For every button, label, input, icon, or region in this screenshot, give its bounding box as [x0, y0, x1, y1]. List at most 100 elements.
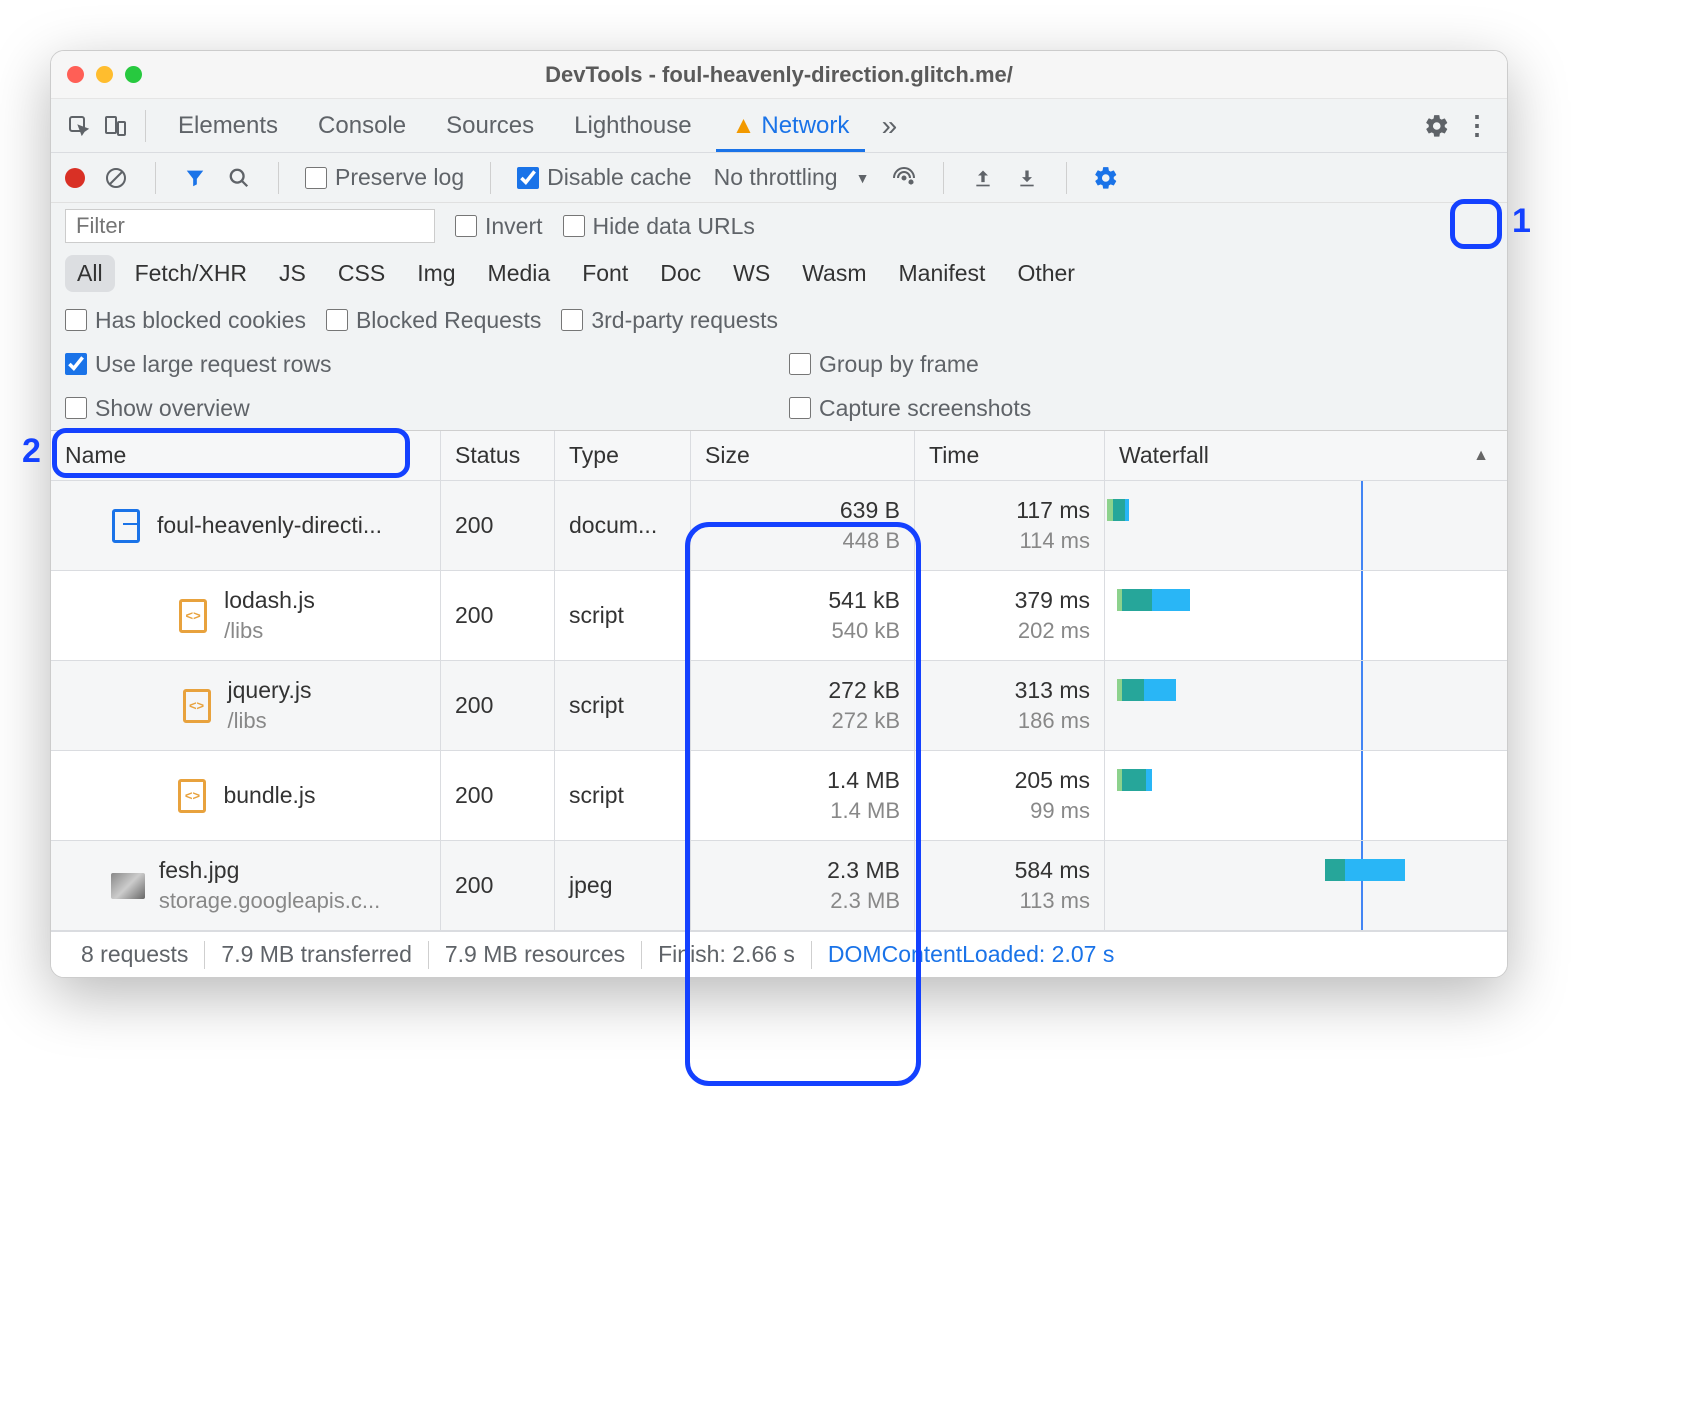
filter-type-media[interactable]: Media: [476, 255, 563, 292]
throttling-select[interactable]: No throttling ▼: [710, 164, 874, 191]
tab-lighthouse[interactable]: Lighthouse: [558, 99, 707, 152]
cell-waterfall: [1105, 751, 1507, 840]
clear-icon[interactable]: [103, 165, 129, 191]
window-close-button[interactable]: [67, 66, 84, 83]
titlebar: DevTools - foul-heavenly-direction.glitc…: [51, 51, 1507, 99]
blocked-cookies-checkbox[interactable]: Has blocked cookies: [65, 307, 306, 334]
window-minimize-button[interactable]: [96, 66, 113, 83]
upload-har-icon[interactable]: [970, 165, 996, 191]
inspect-icon[interactable]: [65, 112, 93, 140]
show-overview-checkbox[interactable]: Show overview: [65, 395, 250, 422]
invert-label: Invert: [485, 213, 543, 240]
network-conditions-icon[interactable]: [891, 165, 917, 191]
cell-type: script: [555, 751, 691, 840]
filter-type-wasm[interactable]: Wasm: [790, 255, 878, 292]
preserve-log-label: Preserve log: [335, 164, 464, 191]
main-tabs: Elements Console Sources Lighthouse ▲ Ne…: [51, 99, 1507, 153]
disable-cache-label: Disable cache: [547, 164, 691, 191]
filter-type-doc[interactable]: Doc: [648, 255, 713, 292]
cell-time: 205 ms99 ms: [915, 751, 1105, 840]
filter-type-css[interactable]: CSS: [326, 255, 397, 292]
column-name[interactable]: Name: [51, 431, 441, 480]
cell-waterfall: [1105, 571, 1507, 660]
column-waterfall-label: Waterfall: [1119, 442, 1209, 469]
cell-waterfall: [1105, 661, 1507, 750]
search-icon[interactable]: [226, 165, 252, 191]
filter-type-manifest[interactable]: Manifest: [887, 255, 998, 292]
cell-time: 313 ms186 ms: [915, 661, 1105, 750]
cell-status: 200: [441, 571, 555, 660]
window-title: DevTools - foul-heavenly-direction.glitc…: [51, 62, 1507, 88]
callout-number-2: 2: [22, 432, 41, 471]
filter-type-img[interactable]: Img: [405, 255, 467, 292]
request-name: lodash.js: [224, 587, 315, 614]
table-row[interactable]: fesh.jpgstorage.googleapis.c...200jpeg2.…: [51, 841, 1507, 931]
screenshots-label: Capture screenshots: [819, 395, 1031, 422]
filter-input[interactable]: [65, 209, 435, 243]
summary-resources: 7.9 MB resources: [429, 941, 641, 968]
tab-console[interactable]: Console: [302, 99, 422, 152]
record-button[interactable]: [65, 168, 85, 188]
group-frame-label: Group by frame: [819, 351, 979, 378]
request-name: jquery.js: [228, 677, 312, 704]
column-type[interactable]: Type: [555, 431, 691, 480]
hide-data-label: Hide data URLs: [593, 213, 755, 240]
request-path: /libs: [224, 618, 315, 644]
table-row[interactable]: foul-heavenly-directi...200docum...639 B…: [51, 481, 1507, 571]
network-toolbar: Preserve log Disable cache No throttling…: [51, 153, 1507, 203]
settings-icon[interactable]: [1421, 110, 1453, 142]
filter-type-fetch[interactable]: Fetch/XHR: [123, 255, 259, 292]
cell-time: 584 ms113 ms: [915, 841, 1105, 930]
filter-icon[interactable]: [182, 165, 208, 191]
cell-size: 272 kB272 kB: [691, 661, 915, 750]
cell-type: docum...: [555, 481, 691, 570]
cell-name: <>jquery.js/libs: [51, 661, 441, 750]
large-rows-checkbox[interactable]: Use large request rows: [65, 351, 332, 378]
column-waterfall[interactable]: Waterfall ▲: [1105, 431, 1507, 480]
invert-checkbox[interactable]: Invert: [455, 213, 543, 240]
disable-cache-checkbox[interactable]: Disable cache: [517, 164, 691, 191]
table-row[interactable]: <>lodash.js/libs200script541 kB540 kB379…: [51, 571, 1507, 661]
cell-waterfall: [1105, 841, 1507, 930]
column-time[interactable]: Time: [915, 431, 1105, 480]
tab-network[interactable]: ▲ Network: [716, 99, 866, 152]
sort-icon: ▲: [1473, 447, 1489, 465]
filter-type-all[interactable]: All: [65, 255, 115, 292]
summary-finish: Finish: 2.66 s: [642, 941, 811, 968]
group-frame-checkbox[interactable]: Group by frame: [789, 351, 979, 378]
filter-type-other[interactable]: Other: [1005, 255, 1087, 292]
screenshots-checkbox[interactable]: Capture screenshots: [789, 395, 1031, 422]
third-party-label: 3rd-party requests: [591, 307, 778, 334]
filter-type-ws[interactable]: WS: [721, 255, 782, 292]
column-status[interactable]: Status: [441, 431, 555, 480]
cell-time: 117 ms114 ms: [915, 481, 1105, 570]
cell-waterfall: [1105, 481, 1507, 570]
preserve-log-checkbox[interactable]: Preserve log: [305, 164, 464, 191]
table-row[interactable]: <>jquery.js/libs200script272 kB272 kB313…: [51, 661, 1507, 751]
download-har-icon[interactable]: [1014, 165, 1040, 191]
callout-number-1: 1: [1512, 202, 1531, 241]
more-tabs-icon[interactable]: »: [873, 110, 905, 142]
filter-type-font[interactable]: Font: [570, 255, 640, 292]
blocked-requests-label: Blocked Requests: [356, 307, 541, 334]
hide-data-urls-checkbox[interactable]: Hide data URLs: [563, 213, 755, 240]
request-path: /libs: [228, 708, 312, 734]
cell-size: 541 kB540 kB: [691, 571, 915, 660]
tab-elements[interactable]: Elements: [162, 99, 294, 152]
request-name: fesh.jpg: [159, 857, 380, 884]
window-zoom-button[interactable]: [125, 66, 142, 83]
third-party-checkbox[interactable]: 3rd-party requests: [561, 307, 778, 334]
table-row[interactable]: <>bundle.js200script1.4 MB1.4 MB205 ms99…: [51, 751, 1507, 841]
column-size[interactable]: Size: [691, 431, 915, 480]
cell-status: 200: [441, 661, 555, 750]
kebab-icon[interactable]: ⋮: [1461, 110, 1493, 142]
filter-type-js[interactable]: JS: [267, 255, 318, 292]
network-settings-icon[interactable]: [1093, 165, 1119, 191]
blocked-requests-checkbox[interactable]: Blocked Requests: [326, 307, 541, 334]
summary-dcl[interactable]: DOMContentLoaded: 2.07 s: [812, 941, 1130, 968]
cell-type: script: [555, 661, 691, 750]
device-icon[interactable]: [101, 112, 129, 140]
devtools-window: DevTools - foul-heavenly-direction.glitc…: [50, 50, 1508, 978]
tab-sources[interactable]: Sources: [430, 99, 550, 152]
cell-name: foul-heavenly-directi...: [51, 481, 441, 570]
